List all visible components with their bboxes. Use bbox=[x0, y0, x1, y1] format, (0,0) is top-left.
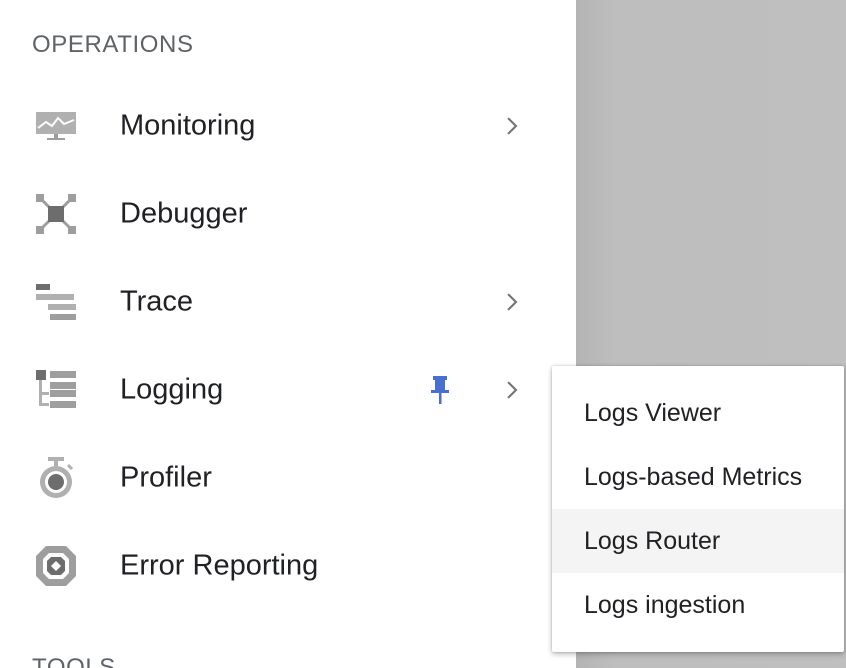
nav-item-label: Debugger bbox=[120, 197, 248, 230]
nav-item-label: Monitoring bbox=[120, 109, 256, 142]
monitoring-icon bbox=[34, 104, 78, 148]
nav-item-label: Error Reporting bbox=[120, 549, 319, 582]
submenu-item-logs-based-metrics[interactable]: Logs-based Metrics bbox=[552, 445, 844, 509]
nav-item-label: Logging bbox=[120, 373, 224, 406]
submenu-item-logs-viewer[interactable]: Logs Viewer bbox=[552, 381, 844, 445]
nav-item-trace[interactable]: Trace bbox=[0, 258, 576, 346]
nav-item-profiler[interactable]: Profiler bbox=[0, 434, 576, 522]
chevron-right-icon bbox=[498, 377, 524, 403]
submenu-item-logs-ingestion[interactable]: Logs ingestion bbox=[552, 573, 844, 637]
debugger-icon bbox=[34, 192, 78, 236]
nav-item-logging[interactable]: Logging bbox=[0, 346, 576, 434]
error-reporting-icon bbox=[34, 544, 78, 588]
pin-icon[interactable] bbox=[428, 374, 452, 406]
section-header-operations: OPERATIONS bbox=[32, 31, 194, 58]
section-header-tools: TOOLS bbox=[32, 654, 116, 668]
submenu-item-logs-router[interactable]: Logs Router bbox=[552, 509, 844, 573]
side-navigation: OPERATIONS Monitoring Debugger Trace Log… bbox=[0, 0, 576, 668]
chevron-right-icon bbox=[498, 289, 524, 315]
chevron-right-icon bbox=[498, 113, 524, 139]
logging-submenu: Logs Viewer Logs-based Metrics Logs Rout… bbox=[552, 366, 844, 652]
nav-item-label: Trace bbox=[120, 285, 194, 318]
logging-icon bbox=[34, 368, 78, 412]
nav-item-error-reporting[interactable]: Error Reporting bbox=[0, 522, 576, 610]
nav-item-label: Profiler bbox=[120, 461, 212, 494]
nav-item-monitoring[interactable]: Monitoring bbox=[0, 82, 576, 170]
profiler-icon bbox=[34, 456, 78, 500]
nav-item-debugger[interactable]: Debugger bbox=[0, 170, 576, 258]
trace-icon bbox=[34, 280, 78, 324]
